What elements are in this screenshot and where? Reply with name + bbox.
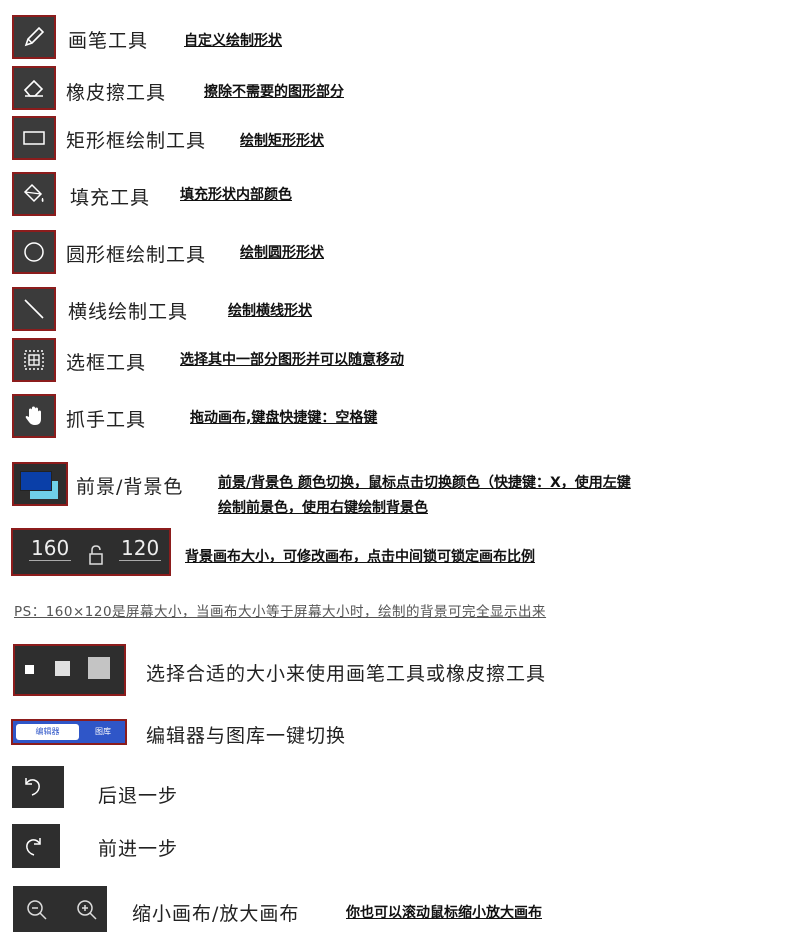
tool-description: 拖动画布,键盘快捷键：空格键 (190, 410, 378, 426)
brush-size-selector (13, 644, 126, 696)
tab-editor[interactable]: 编辑器 (16, 724, 79, 740)
tool-name: 圆形框绘制工具 (66, 244, 207, 266)
zoom-out-icon[interactable] (25, 898, 49, 922)
lock-icon[interactable] (87, 544, 105, 566)
color-tool-description: 前景/背景色 颜色切换，鼠标点击切换颜色（快捷键：X，使用左键 (218, 475, 631, 491)
switcher-description: 编辑器与图库一键切换 (146, 725, 347, 747)
tool-description: 绘制圆形形状 (240, 245, 324, 261)
brush-size-medium[interactable] (55, 661, 70, 676)
rectangle-tool-button[interactable] (12, 116, 56, 160)
tool-description: 选择其中一部分图形并可以随意移动 (180, 352, 404, 368)
redo-description: 前进一步 (98, 838, 179, 860)
canvas-height-input[interactable]: 120 (119, 536, 162, 561)
brush-size-large[interactable] (88, 657, 110, 679)
color-tool-description-line2: 绘制前景色，使用右键绘制背景色 (218, 500, 428, 516)
marquee-tool-button[interactable] (12, 338, 56, 382)
color-tool-name: 前景/背景色 (76, 476, 184, 498)
rectangle-icon (23, 131, 45, 145)
tool-name: 画笔工具 (68, 30, 149, 52)
brush-size-description: 选择合适的大小来使用画笔工具或橡皮擦工具 (146, 663, 547, 685)
zoom-controls (13, 886, 107, 932)
pencil-icon (24, 26, 45, 47)
circle-icon (24, 242, 44, 262)
tool-name: 橡皮擦工具 (66, 82, 167, 104)
zoom-description: 你也可以滚动鼠标缩小放大画布 (346, 905, 542, 921)
pencil-tool-button[interactable] (12, 15, 56, 59)
tool-name: 填充工具 (70, 187, 151, 209)
zoom-in-icon[interactable] (75, 898, 99, 922)
line-icon (24, 299, 44, 319)
fill-tool-button[interactable] (12, 172, 56, 216)
brush-size-small[interactable] (25, 665, 34, 674)
marquee-select-icon (24, 350, 44, 370)
tool-name: 矩形框绘制工具 (66, 130, 207, 152)
tool-name: 横线绘制工具 (68, 301, 189, 323)
paint-bucket-icon (23, 183, 44, 203)
zoom-name: 缩小画布/放大画布 (132, 903, 300, 925)
editor-gallery-switcher: 编辑器 图库 (11, 719, 127, 745)
tool-description: 自定义绘制形状 (184, 33, 282, 49)
eraser-tool-button[interactable] (12, 66, 56, 110)
tool-description: 绘制横线形状 (228, 303, 312, 319)
tool-description: 擦除不需要的图形部分 (204, 84, 344, 100)
canvas-size-description: 背景画布大小，可修改画布，点击中间锁可锁定画布比例 (185, 549, 535, 565)
tool-description: 填充形状内部颜色 (180, 187, 292, 203)
circle-tool-button[interactable] (12, 230, 56, 274)
eraser-icon (23, 79, 44, 97)
line-tool-button[interactable] (12, 287, 56, 331)
tool-description: 绘制矩形形状 (240, 133, 324, 149)
canvas-size-control: 160 120 (11, 528, 171, 576)
ps-note: PS：160×120是屏幕大小，当画布大小等于屏幕大小时，绘制的背景可完全显示出… (14, 604, 547, 620)
canvas-width-input[interactable]: 160 (29, 536, 72, 561)
redo-icon (26, 838, 41, 856)
tool-name: 抓手工具 (66, 409, 147, 431)
color-swap-button[interactable] (12, 462, 68, 506)
foreground-color-swatch (20, 471, 52, 491)
undo-button[interactable] (12, 766, 64, 808)
redo-button[interactable] (12, 824, 60, 868)
undo-description: 后退一步 (98, 785, 179, 807)
hand-tool-button[interactable] (12, 394, 56, 438)
tool-name: 选框工具 (66, 352, 147, 374)
undo-icon (25, 778, 40, 796)
tab-gallery[interactable]: 图库 (85, 724, 121, 740)
hand-icon (25, 406, 41, 425)
